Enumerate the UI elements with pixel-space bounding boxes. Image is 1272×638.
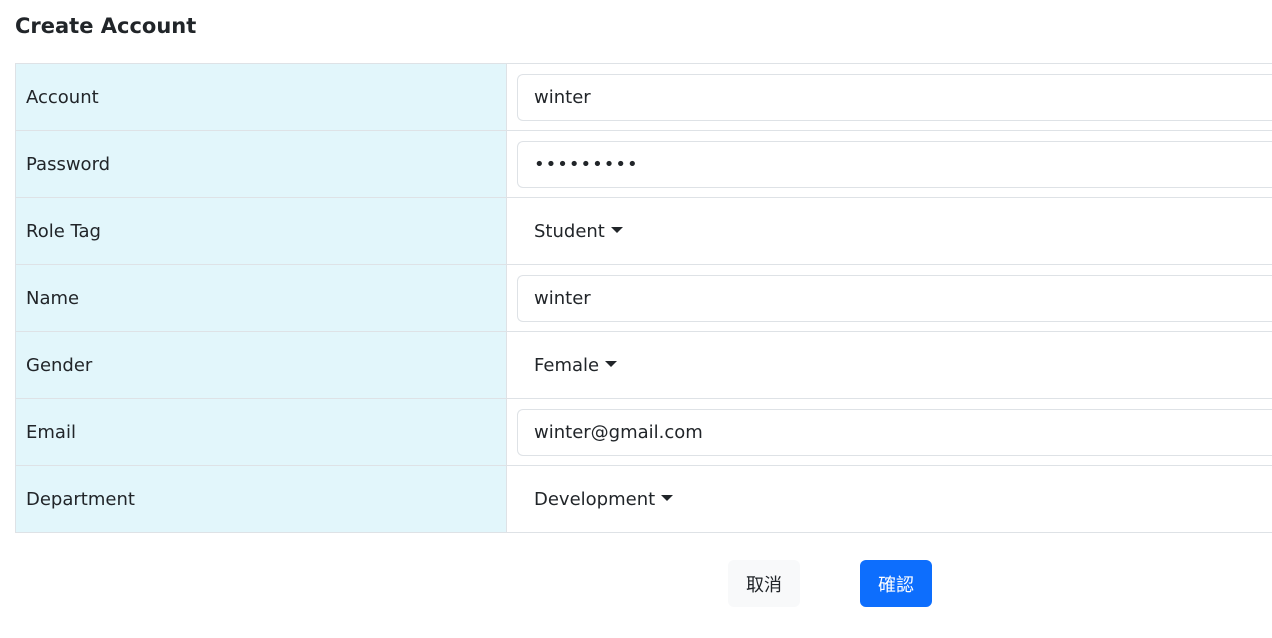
gender-cell: Female [506, 331, 1272, 399]
role-tag-value: Student [534, 220, 605, 242]
caret-down-icon [605, 361, 618, 367]
confirm-button[interactable]: 確認 [860, 560, 932, 607]
account-cell [506, 63, 1272, 131]
email-label: Email [15, 398, 507, 466]
form-row-account: Account [15, 63, 1272, 131]
role-tag-label: Role Tag [15, 197, 507, 265]
name-label: Name [15, 264, 507, 332]
caret-down-icon [661, 495, 674, 501]
account-form-table: Account Password Role Tag Student Name [15, 63, 1272, 533]
page-title: Create Account [15, 14, 197, 38]
department-value: Development [534, 488, 656, 510]
password-cell [506, 130, 1272, 198]
form-row-gender: Gender Female [15, 331, 1272, 399]
password-label: Password [15, 130, 507, 198]
department-label: Department [15, 465, 507, 533]
role-tag-dropdown[interactable]: Student [527, 211, 630, 251]
form-row-password: Password [15, 130, 1272, 198]
gender-label: Gender [15, 331, 507, 399]
password-input[interactable] [517, 140, 1272, 188]
form-row-department: Department Development [15, 465, 1272, 533]
role-tag-cell: Student [506, 197, 1272, 265]
gender-dropdown[interactable]: Female [527, 345, 624, 385]
form-row-email: Email [15, 398, 1272, 466]
form-row-role-tag: Role Tag Student [15, 197, 1272, 265]
email-cell [506, 398, 1272, 466]
department-cell: Development [506, 465, 1272, 533]
email-input[interactable] [517, 408, 1272, 456]
name-cell [506, 264, 1272, 332]
department-dropdown[interactable]: Development [527, 479, 680, 519]
name-input[interactable] [517, 274, 1272, 322]
caret-down-icon [610, 227, 623, 233]
account-input[interactable] [517, 73, 1272, 121]
cancel-button[interactable]: 取消 [728, 560, 800, 607]
account-label: Account [15, 63, 507, 131]
form-row-name: Name [15, 264, 1272, 332]
gender-value: Female [534, 354, 600, 376]
